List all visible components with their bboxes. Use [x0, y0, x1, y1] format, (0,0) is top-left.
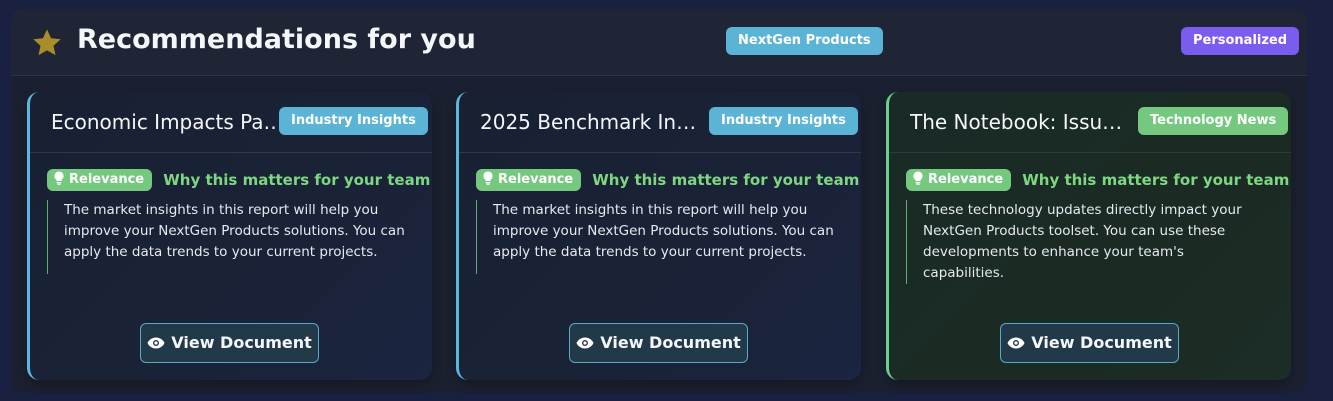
view-document-button[interactable]: View Document [1000, 323, 1179, 363]
relevance-label: Relevance [928, 172, 1004, 187]
card-description: The market insights in this report will … [47, 200, 409, 274]
recommendations-panel: Recommendations for you NextGen Products… [11, 9, 1307, 393]
recommendation-card: The Notebook: Issue 3 Technology News Re… [886, 92, 1291, 380]
card-title: Economic Impacts Paper [51, 110, 291, 134]
lightbulb-icon [913, 171, 923, 185]
card-description: The market insights in this report will … [476, 200, 838, 274]
why-label: Why this matters for your team [163, 171, 431, 189]
relevance-badge: Relevance [906, 169, 1012, 191]
card-header: The Notebook: Issue 3 Technology News [889, 92, 1291, 153]
nextgen-products-badge: NextGen Products [726, 27, 883, 55]
category-tag: Industry Insights [279, 107, 428, 135]
relevance-label: Relevance [498, 172, 574, 187]
eye-icon [1007, 337, 1025, 349]
view-document-button[interactable]: View Document [140, 323, 319, 363]
personalized-badge: Personalized [1181, 27, 1300, 55]
card-header: 2025 Benchmark Insig... Industry Insight… [459, 92, 861, 153]
category-tag: Industry Insights [709, 107, 858, 135]
why-label: Why this matters for your team [1022, 171, 1290, 189]
view-document-label: View Document [600, 333, 741, 352]
view-document-label: View Document [1031, 333, 1172, 352]
relevance-row: Relevance Why this matters for your team [476, 169, 859, 191]
relevance-badge: Relevance [47, 169, 153, 191]
relevance-label: Relevance [69, 172, 145, 187]
star-icon [33, 29, 61, 56]
card-description: These technology updates directly impact… [906, 200, 1268, 284]
panel-header: Recommendations for you NextGen Products… [11, 9, 1307, 76]
lightbulb-icon [54, 171, 64, 185]
page-title: Recommendations for you [77, 24, 476, 55]
relevance-badge: Relevance [476, 169, 582, 191]
card-header: Economic Impacts Paper Industry Insights [30, 92, 432, 153]
card-title: 2025 Benchmark Insig... [480, 110, 706, 134]
lightbulb-icon [483, 171, 493, 185]
view-document-button[interactable]: View Document [569, 323, 748, 363]
why-label: Why this matters for your team [592, 171, 860, 189]
eye-icon [576, 337, 594, 349]
card-title: The Notebook: Issue 3 [910, 110, 1130, 134]
eye-icon [147, 337, 165, 349]
view-document-label: View Document [171, 333, 312, 352]
relevance-row: Relevance Why this matters for your team [906, 169, 1289, 191]
relevance-row: Relevance Why this matters for your team [47, 169, 430, 191]
recommendation-card: Economic Impacts Paper Industry Insights… [27, 92, 432, 380]
category-tag: Technology News [1138, 107, 1289, 135]
recommendation-card: 2025 Benchmark Insig... Industry Insight… [456, 92, 861, 380]
